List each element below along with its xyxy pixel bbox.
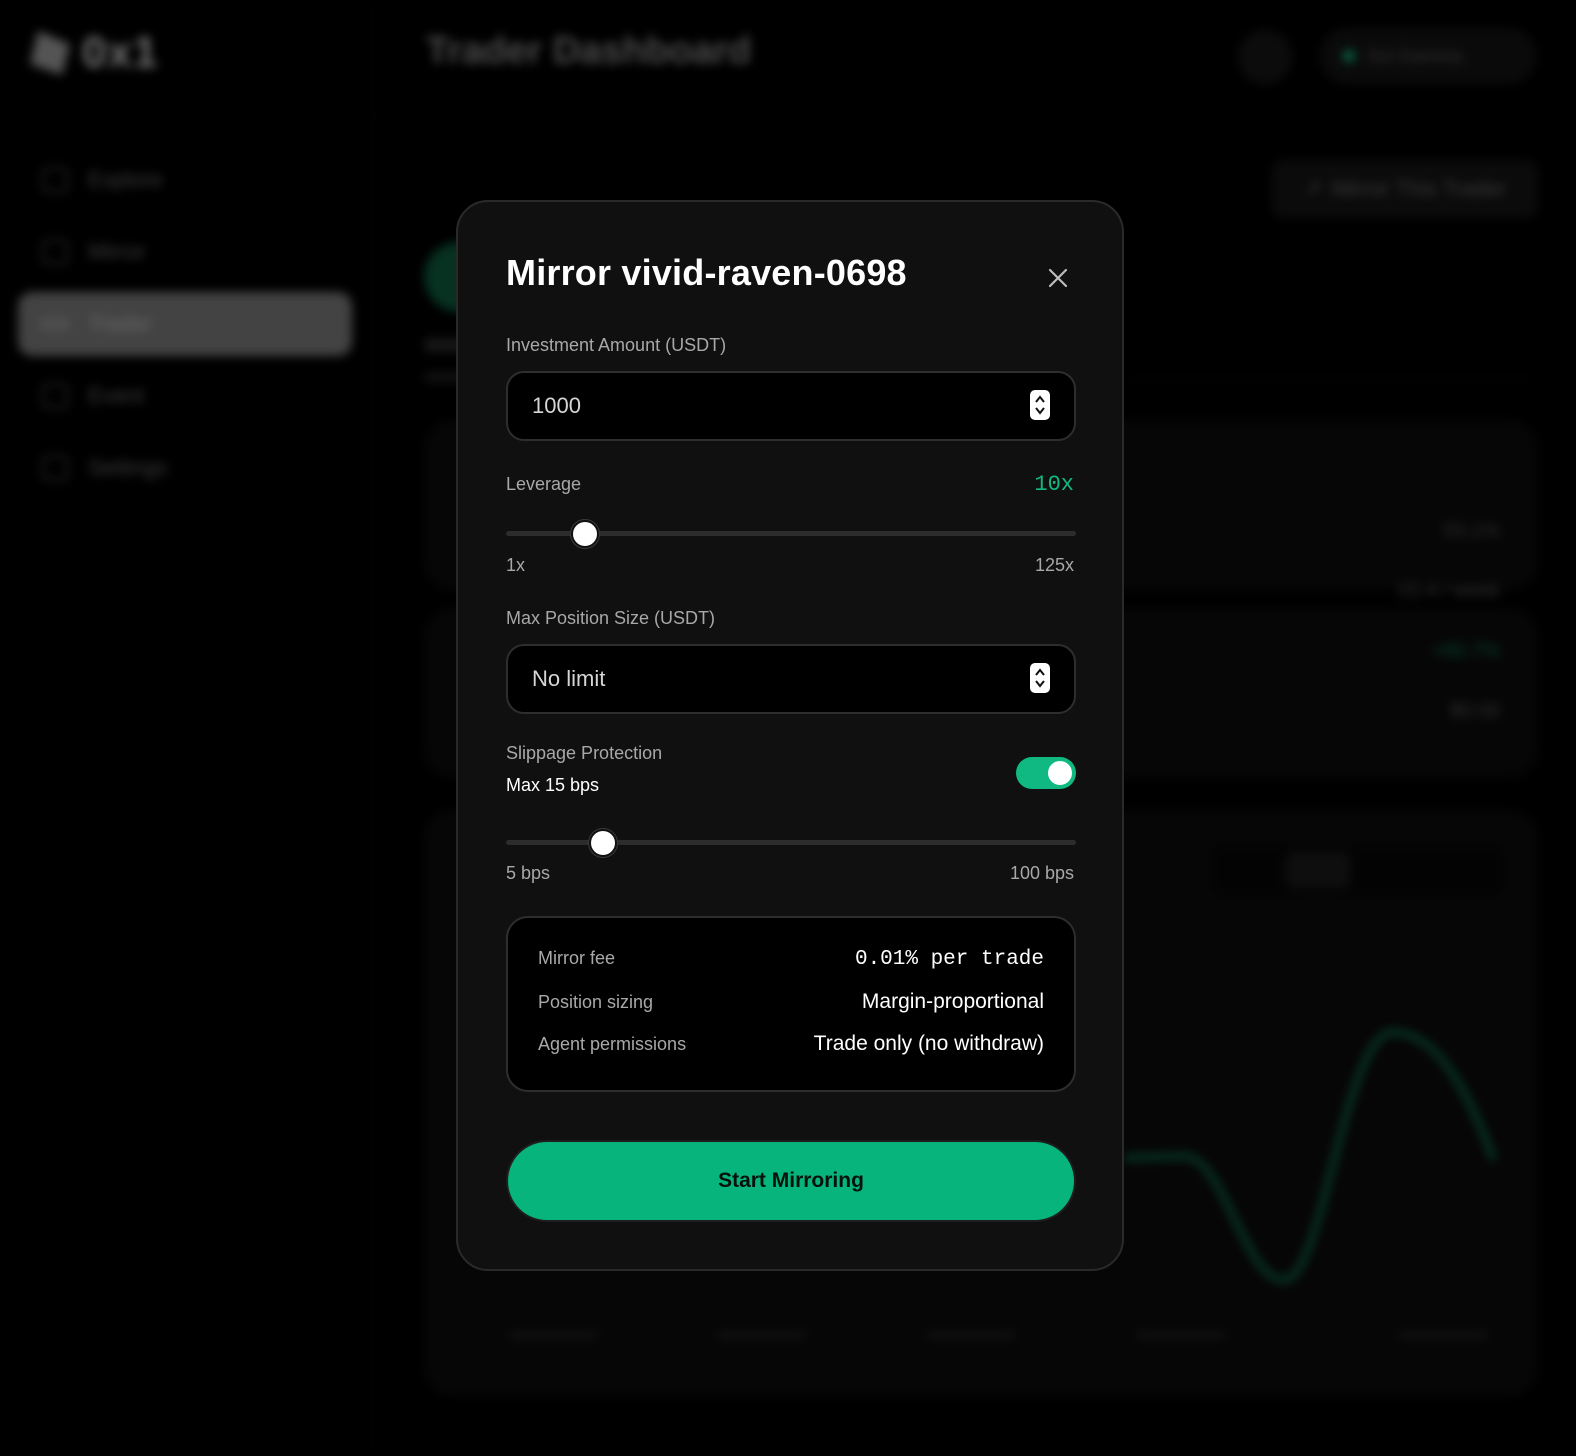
max-position-input[interactable] (532, 666, 992, 692)
slider-thumb[interactable] (589, 829, 618, 857)
max-position-label: Max Position Size (USDT) (506, 608, 716, 628)
sidebar-item-label: Explore (88, 167, 163, 192)
modal-title: Mirror vivid-raven-0698 (506, 252, 907, 293)
sidebar: 0x1 Explore Mirror Trader Event Settings (0, 0, 372, 1456)
summary-key: Position sizing (538, 992, 654, 1012)
investment-label: Investment Amount (USDT) (506, 335, 727, 355)
investment-input[interactable] (532, 393, 992, 419)
leverage-label: Leverage (506, 474, 582, 494)
toggle-knob (1048, 761, 1072, 785)
mirror-summary: Mirror fee 0.01% per trade Position sizi… (506, 916, 1076, 1092)
sidebar-item-trader[interactable]: Trader (18, 292, 352, 356)
compass-icon (42, 167, 68, 193)
account-label: Sol Gamma (1367, 45, 1463, 66)
trend-icon (42, 319, 68, 329)
mirror-trader-button[interactable]: ↗ Mirror This Trader (1272, 160, 1538, 218)
slippage-label: Slippage Protection (506, 743, 663, 763)
stepper-icon (1035, 395, 1045, 415)
sidebar-item-label: Trader (88, 311, 152, 336)
x-tick (508, 1330, 598, 1340)
x-tick (926, 1330, 1016, 1340)
sidebar-item-explore[interactable]: Explore (18, 148, 352, 212)
top-bar: Trader Dashboard Sol Gamma (372, 0, 1576, 118)
summary-row-fee: Mirror fee 0.01% per trade (538, 948, 1044, 971)
x-tick (1136, 1330, 1226, 1340)
leverage-max-label: 125x (1034, 555, 1074, 575)
mirror-modal: Mirror vivid-raven-0698 Investment Amoun… (456, 200, 1124, 1271)
gear-icon (42, 455, 68, 481)
leverage-slider[interactable] (506, 518, 1076, 550)
close-button[interactable] (1042, 262, 1074, 294)
sidebar-item-label: Mirror (88, 239, 146, 264)
slippage-min-label: 5 bps (506, 863, 551, 883)
sidebar-item-event[interactable]: Event (18, 364, 352, 428)
investment-field[interactable] (506, 371, 1076, 441)
clock-icon (42, 383, 68, 409)
status-dot (1343, 50, 1355, 62)
leverage-value: 10x (1034, 472, 1074, 497)
stepper-icon (1035, 668, 1045, 688)
max-position-stepper[interactable] (1030, 663, 1050, 693)
start-mirroring-button[interactable]: Start Mirroring (506, 1140, 1076, 1222)
summary-row-permissions: Agent permissions Trade only (no withdra… (538, 1032, 1044, 1056)
close-icon (1048, 268, 1068, 288)
stat-value: 53.1% (1443, 520, 1500, 542)
sidebar-item-settings[interactable]: Settings (18, 436, 352, 500)
summary-value: Trade only (no withdraw) (813, 1032, 1044, 1055)
slippage-max-label: 100 bps (1009, 863, 1074, 883)
summary-value: 0.01% per trade (854, 948, 1044, 971)
logo-text: 0x1 (82, 28, 159, 77)
logo-icon (30, 31, 70, 75)
summary-row-sizing: Position sizing Margin-proportional (538, 990, 1044, 1014)
slider-thumb[interactable] (571, 520, 600, 548)
slippage-subtitle: Max 15 bps (506, 775, 600, 795)
sidebar-item-mirror[interactable]: Mirror (18, 220, 352, 284)
mirror-icon (42, 239, 68, 265)
sidebar-item-label: Event (88, 383, 145, 408)
stat-value: $0.00 (1449, 700, 1500, 722)
pnl-line (1123, 1028, 1497, 1284)
sidebar-nav: Explore Mirror Trader Event Settings (18, 148, 352, 508)
x-tick (1398, 1330, 1488, 1340)
slippage-toggle[interactable] (1016, 757, 1076, 789)
account-button[interactable]: Sol Gamma (1320, 28, 1536, 84)
arrow-icon: ↗ (1303, 176, 1323, 201)
stat-value: 22.4 / week (1397, 580, 1500, 602)
summary-key: Agent permissions (538, 1034, 687, 1054)
summary-key: Mirror fee (538, 948, 616, 968)
summary-value: Margin-proportional (861, 990, 1044, 1013)
leverage-min-label: 1x (506, 555, 526, 575)
page-title: Trader Dashboard (426, 30, 752, 72)
stat-value: +80.7% (1431, 640, 1500, 662)
sidebar-item-label: Settings (88, 455, 168, 480)
notification-button[interactable] (1238, 30, 1292, 84)
mirror-button-label: Mirror This Trader (1332, 176, 1507, 201)
x-tick (716, 1330, 806, 1340)
slippage-slider[interactable] (506, 827, 1076, 859)
max-position-field[interactable] (506, 644, 1076, 714)
app-logo: 0x1 (30, 28, 158, 78)
investment-stepper[interactable] (1030, 390, 1050, 420)
divider (1124, 378, 1538, 379)
